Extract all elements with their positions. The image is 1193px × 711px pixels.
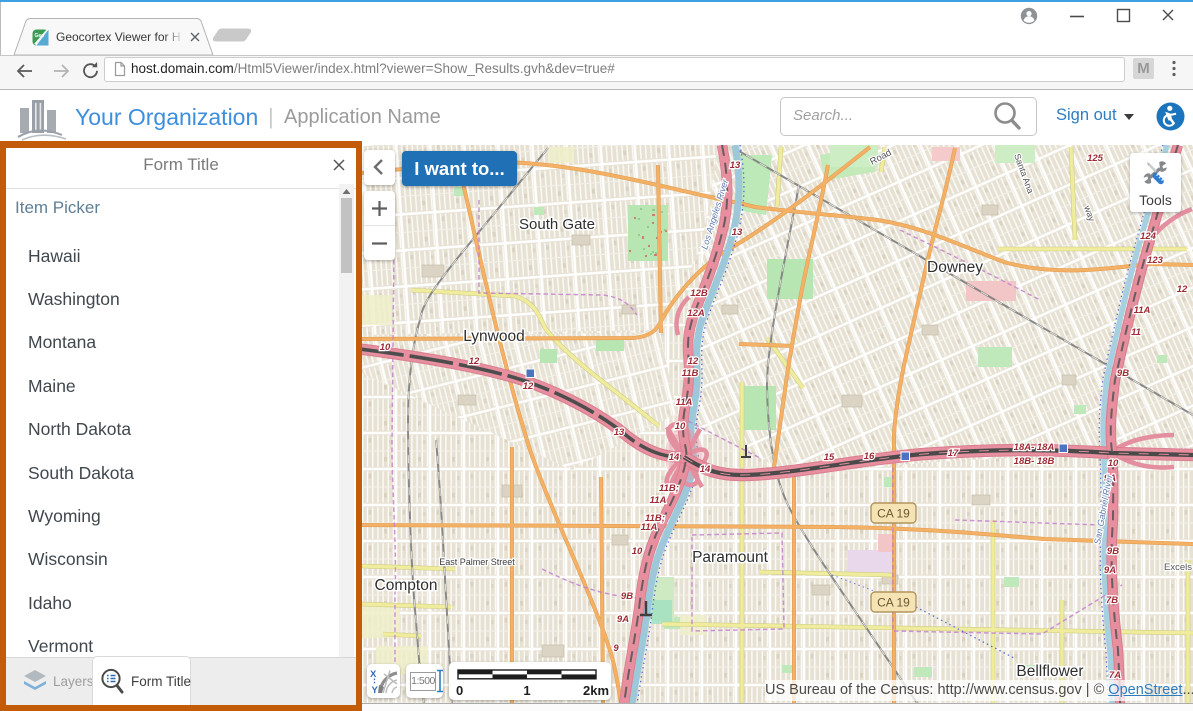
svg-text:CA 19: CA 19 <box>877 596 910 610</box>
svg-text:16: 16 <box>864 451 875 462</box>
svg-text:9B: 9B <box>1107 546 1119 557</box>
svg-text:18B- 18B: 18B- 18B <box>1014 456 1055 467</box>
svg-text:125: 125 <box>1087 153 1104 164</box>
svg-text:Downey: Downey <box>927 259 983 276</box>
svg-text:13: 13 <box>732 227 743 238</box>
svg-text:South Gate: South Gate <box>519 216 595 233</box>
svg-text:Bellflower: Bellflower <box>1016 663 1083 680</box>
svg-text:9B: 9B <box>621 591 633 602</box>
svg-text:10: 10 <box>632 546 643 557</box>
svg-text:11B;: 11B; <box>659 483 679 494</box>
svg-text:123: 123 <box>1147 255 1164 266</box>
svg-text:12: 12 <box>1177 284 1188 295</box>
svg-text:13: 13 <box>730 160 741 171</box>
svg-text:12: 12 <box>523 381 534 392</box>
svg-text:9A: 9A <box>1104 565 1116 576</box>
svg-text:11B: 11B <box>682 368 699 379</box>
svg-text:11A: 11A <box>650 495 667 506</box>
svg-text:12: 12 <box>688 356 699 367</box>
svg-text:0: 0 <box>456 683 463 697</box>
svg-text:Geo: Geo <box>35 33 45 39</box>
svg-text:14: 14 <box>700 464 711 475</box>
svg-text:17: 17 <box>948 448 959 459</box>
svg-text:2km: 2km <box>583 683 609 697</box>
svg-text:12: 12 <box>469 356 480 367</box>
svg-text:11A: 11A <box>1134 305 1151 316</box>
svg-text:9: 9 <box>613 643 619 654</box>
svg-text:7B: 7B <box>1106 595 1118 606</box>
svg-text:15: 15 <box>824 452 835 463</box>
svg-text:18A- 18A: 18A- 18A <box>1014 442 1055 453</box>
svg-text:10: 10 <box>675 421 686 432</box>
svg-text:10: 10 <box>1108 458 1119 469</box>
svg-text:12A: 12A <box>687 308 705 319</box>
svg-text:12B: 12B <box>690 288 708 299</box>
svg-text:Paramount: Paramount <box>692 549 769 566</box>
svg-text:Y: Y <box>372 685 379 695</box>
svg-text:11A: 11A <box>676 397 693 408</box>
svg-text:10: 10 <box>380 342 391 353</box>
svg-text:X: X <box>370 669 377 680</box>
svg-text:11: 11 <box>1131 327 1141 338</box>
svg-text:1: 1 <box>523 683 530 697</box>
svg-text:Compton: Compton <box>375 577 438 594</box>
svg-text:East Palmer Street: East Palmer Street <box>439 557 515 567</box>
svg-text:13: 13 <box>614 427 625 438</box>
svg-text:Lynwood: Lynwood <box>463 328 524 345</box>
svg-text:14: 14 <box>669 452 680 463</box>
svg-text:11A: 11A <box>641 522 658 533</box>
svg-text:124: 124 <box>1140 231 1157 242</box>
svg-text:9A: 9A <box>617 614 629 625</box>
svg-text:CA 19: CA 19 <box>877 507 910 521</box>
svg-text:9B: 9B <box>1117 368 1129 379</box>
svg-text:Excels: Excels <box>1164 562 1192 573</box>
